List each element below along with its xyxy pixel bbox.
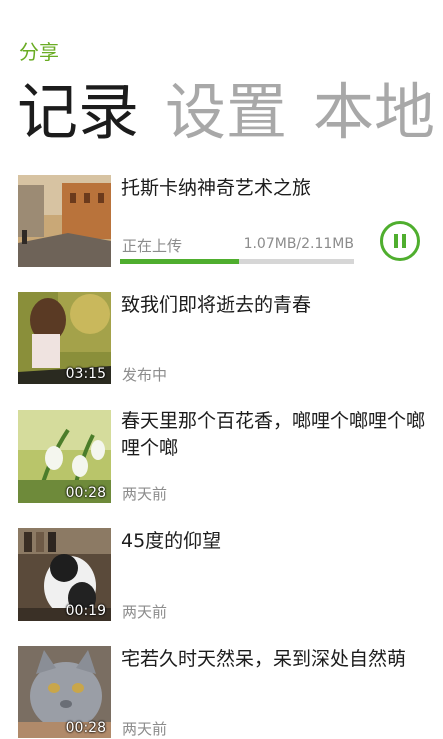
video-title: 45度的仰望: [121, 530, 222, 552]
list-item[interactable]: 03:15 致我们即将逝去的青春 发布中: [0, 292, 443, 384]
video-title: 春天里那个百花香，啷哩个啷哩个啷哩个啷: [121, 410, 426, 459]
pause-icon: [394, 234, 398, 248]
video-status: 发布中: [122, 366, 168, 384]
video-duration: 03:15: [65, 366, 106, 382]
list-item[interactable]: 00:19 45度的仰望 两天前: [0, 528, 443, 621]
upload-status: 正在上传: [122, 237, 183, 255]
video-status: 两天前: [122, 720, 168, 738]
tab-settings[interactable]: 设置: [165, 77, 287, 148]
upload-size: 1.07MB/2.11MB: [243, 236, 354, 252]
video-status: 两天前: [122, 485, 168, 503]
video-title: 托斯卡纳神奇艺术之旅: [121, 177, 312, 199]
video-thumbnail: [18, 175, 111, 267]
pause-icon: [402, 234, 406, 248]
video-title: 致我们即将逝去的青春: [121, 294, 312, 316]
video-status: 两天前: [122, 603, 168, 621]
video-duration: 00:28: [65, 720, 106, 736]
video-duration: 00:19: [65, 603, 106, 619]
list-item[interactable]: 托斯卡纳神奇艺术之旅 正在上传 1.07MB/2.11MB: [0, 175, 443, 267]
list-item[interactable]: 00:28 宅若久时天然呆，呆到深处自然萌 两天前: [0, 646, 443, 738]
video-thumbnail: 03:15: [18, 292, 111, 384]
video-thumbnail: 00:19: [18, 528, 111, 621]
upload-progress-fill: [120, 259, 239, 264]
video-duration: 00:28: [65, 485, 106, 501]
video-title: 宅若久时天然呆，呆到深处自然萌: [121, 648, 407, 670]
upload-progress-bar: [120, 259, 354, 264]
pivot-header: 记录 设置 本地: [17, 78, 443, 148]
video-thumbnail: 00:28: [18, 410, 111, 503]
tab-records[interactable]: 记录: [17, 77, 139, 148]
pause-button[interactable]: [380, 221, 420, 261]
app-title: 分享: [19, 40, 59, 64]
tab-local[interactable]: 本地: [313, 77, 435, 148]
video-thumbnail: 00:28: [18, 646, 111, 738]
list-item[interactable]: 00:28 春天里那个百花香，啷哩个啷哩个啷哩个啷 两天前: [0, 410, 443, 503]
